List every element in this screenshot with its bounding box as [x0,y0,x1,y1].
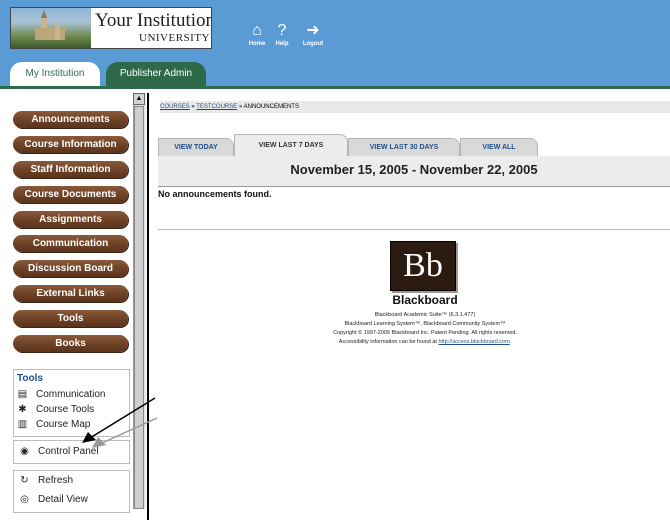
tab-my-institution[interactable]: My Institution [10,62,100,86]
detail-view-label[interactable]: Detail View [38,494,88,505]
course-tools-icon: ✱ [18,404,27,415]
footer-products: Blackboard Learning System™, Blackboard … [344,321,506,327]
tab-publisher-admin[interactable]: Publisher Admin [106,62,206,86]
footer-copyright: Copyright © 1997-2005 Blackboard Inc. Pa… [333,330,517,336]
breadcrumb-courses-link[interactable]: COURSES [160,104,190,110]
nav-course-documents[interactable]: Course Documents [13,186,128,203]
nav-staff-information[interactable]: Staff Information [13,161,128,178]
refresh-label[interactable]: Refresh [38,475,73,486]
control-panel-label[interactable]: Control Panel [38,446,99,457]
refresh-icon: ↻ [20,475,29,486]
breadcrumb: COURSES » TESTCOURSE » ANNOUNCEMENTS [160,101,670,113]
university-label: UNIVERSITY [139,32,210,44]
nav-discussion-board[interactable]: Discussion Board [13,260,128,277]
nav-tools[interactable]: Tools [13,310,128,327]
breadcrumb-current: ANNOUNCEMENTS [243,104,299,110]
tools-panel-title: Tools [17,373,43,384]
empty-message: No announcements found. [158,189,272,199]
tool-course-tools[interactable]: ✱ Course Tools [17,403,94,417]
footer-accessibility: Accessibility information can be found a… [260,339,590,345]
scroll-up-arrow-icon[interactable]: ▲ [133,93,145,105]
campus-building-icon [35,10,65,40]
nav-assignments[interactable]: Assignments [13,211,128,228]
detail-view-link[interactable]: ◎ Detail View [19,493,88,507]
accessibility-link[interactable]: http://access.blackboard.com [438,339,509,345]
detail-view-icon: ◎ [20,494,29,505]
campus-photo [11,8,91,48]
menu-scrollbar-thumb[interactable] [134,106,144,509]
nav-books[interactable]: Books [13,335,128,352]
tool-course-tools-label[interactable]: Course Tools [36,404,94,415]
accessibility-text: Accessibility information can be found a… [338,339,437,345]
tool-communication-label[interactable]: Communication [36,389,105,400]
breadcrumb-separator: » [238,104,243,110]
divider [158,229,670,230]
tab-view-all[interactable]: VIEW ALL [460,138,538,156]
footer-version: Blackboard Academic Suite™ (6.3.1.477) [374,312,476,318]
breadcrumb-testcourse-link[interactable]: TESTCOURSE [196,104,237,110]
tool-course-map-label[interactable]: Course Map [36,419,90,430]
date-range: November 15, 2005 - November 22, 2005 [290,162,538,177]
tool-communication[interactable]: ▤ Communication [17,388,106,402]
institution-name: Your Institution [95,10,212,31]
tab-underline [0,86,670,89]
logout-icon[interactable]: ➜ [304,22,322,40]
nav-announcements[interactable]: Announcements [13,111,128,128]
communication-icon: ▤ [17,389,28,400]
breadcrumb-separator: » [191,104,195,110]
blackboard-logo: Bb [390,241,456,291]
institution-logo[interactable]: Your Institution UNIVERSITY [10,7,212,49]
blackboard-brand: Blackboard [392,293,458,307]
logout-label[interactable]: Logout [293,41,333,47]
refresh-link[interactable]: ↻ Refresh [19,474,73,488]
menu-divider [147,93,149,520]
tab-view-last-30-days[interactable]: VIEW LAST 30 DAYS [348,138,460,156]
tool-course-map[interactable]: ▥ Course Map [17,418,91,432]
tab-view-last-7-days[interactable]: VIEW LAST 7 DAYS [234,134,348,156]
course-map-icon: ▥ [17,419,28,430]
accessibility-suffix: . [509,339,512,345]
home-icon[interactable]: ⌂ [248,22,266,40]
tab-view-today[interactable]: VIEW TODAY [158,138,234,156]
help-icon[interactable]: ? [273,22,291,40]
control-panel-icon: ◉ [20,446,29,457]
divider [158,186,670,187]
nav-communication[interactable]: Communication [13,235,128,252]
control-panel-link[interactable]: ◉ Control Panel [19,445,99,459]
nav-course-information[interactable]: Course Information [13,136,128,153]
nav-external-links[interactable]: External Links [13,285,128,302]
